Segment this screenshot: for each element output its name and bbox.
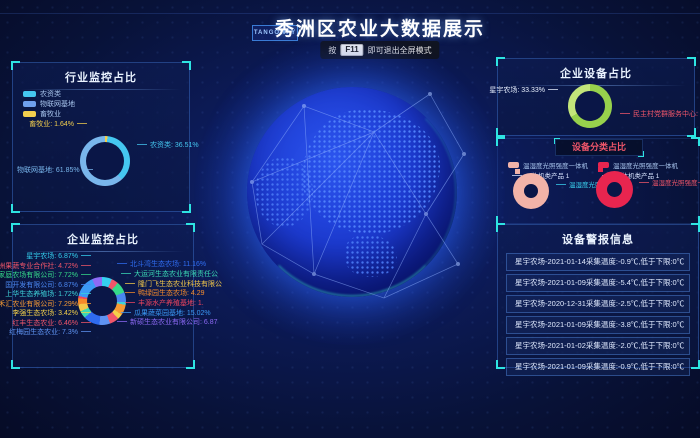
ring-notch bbox=[515, 169, 520, 174]
chart-callout: 丰源水产养殖基地: 1. bbox=[125, 300, 204, 308]
corner-accent bbox=[186, 360, 195, 369]
alarm-list: 星宇农场-2021-01-14采集温度:-0.9℃,低于下限:0℃ 星宇农场-2… bbox=[498, 253, 698, 376]
corner-accent bbox=[691, 360, 700, 369]
chart-callout: 大运河生态农业有限责任公 bbox=[121, 271, 218, 279]
legend-swatch bbox=[508, 162, 519, 168]
corner-accent bbox=[496, 360, 505, 369]
panel-equipment-ratio: 企业设备占比 星宇农场: 33.33% 民主村党群服务中心: bbox=[497, 58, 695, 136]
ring-notch bbox=[598, 167, 603, 172]
legend-item[interactable]: 畜牧业 bbox=[23, 109, 61, 119]
panel-title: 设备警报信息 bbox=[498, 231, 698, 247]
panel-title: 企业设备占比 bbox=[498, 65, 694, 81]
corner-accent bbox=[687, 57, 696, 66]
panel-device-alarms: 设备警报信息 星宇农场-2021-01-14采集温度:-0.9℃,低于下限:0℃… bbox=[497, 224, 699, 368]
section-title-text: 设备分类占比 bbox=[572, 142, 626, 152]
panel-industry-monitor-ratio: 行业监控占比 农资类 物联网基地 畜牧业 畜牧业: 1.64% 农资类: 36.… bbox=[12, 62, 190, 212]
donut-hole bbox=[607, 182, 622, 197]
panel-device-classification: 设备分类占比 温湿度光照强度一体机 一体机类产品 1 温湿度光照强度一— 温湿度… bbox=[497, 138, 699, 224]
corner-accent bbox=[496, 57, 505, 66]
alarm-row: 星宇农场-2021-01-14采集温度:-0.9℃,低于下限:0℃ bbox=[506, 253, 690, 271]
legend-label: 农资类 bbox=[40, 89, 61, 99]
title-tick bbox=[638, 151, 644, 157]
donut-hole bbox=[524, 184, 538, 198]
donut-hole bbox=[570, 86, 611, 127]
corner-accent bbox=[691, 137, 700, 146]
chart-callout: 红梅园生态农业: 7.3% bbox=[9, 329, 91, 337]
legend-item[interactable]: 物联网基地 bbox=[23, 99, 75, 109]
legend-label: 温湿度光照强度一体机 bbox=[523, 160, 588, 170]
alarm-row: 星宇农场-2021-01-09采集温度:-3.8℃,低于下限:0℃ bbox=[506, 316, 690, 334]
corner-accent bbox=[11, 204, 20, 213]
chart-callout: 新硕生态农业有限公司: 6.87 bbox=[117, 319, 218, 327]
chart-callout: 鸭绿园生态农场: 4.29 bbox=[125, 290, 205, 298]
legend-swatch bbox=[23, 101, 36, 107]
chart-callout: 红丰生态农业: 6.46% bbox=[12, 320, 91, 328]
corner-accent bbox=[186, 223, 195, 232]
legend-label: 物联网基地 bbox=[40, 99, 75, 109]
legend-label: 畜牧业 bbox=[40, 109, 61, 119]
alarm-row: 星宇农场-2021-01-09采集温度:-5.4℃,低于下限:0℃ bbox=[506, 274, 690, 292]
chart-callout: 民主村党群服务中心: bbox=[620, 111, 698, 119]
chart-callout: 物联网基地: 61.85% bbox=[17, 167, 93, 175]
panel-title: 行业监控占比 bbox=[13, 69, 189, 85]
alarm-row: 星宇农场-2021-01-02采集温度:-2.0℃,低于下限:0℃ bbox=[506, 337, 690, 355]
legend-label: 温湿度光照强度一体机 bbox=[613, 160, 678, 170]
chart-callout: 农资类: 36.51% bbox=[137, 142, 199, 150]
corner-accent bbox=[11, 61, 20, 70]
chart-callout: 畜牧业: 1.64% bbox=[29, 121, 87, 129]
section-title: 设备分类占比 bbox=[555, 139, 643, 156]
chart-callout: 国开发有限公司: 6.87% bbox=[5, 282, 91, 290]
legend-swatch bbox=[23, 91, 36, 97]
chart-callout: 瓜果蔬菜园基地: 15.02% bbox=[121, 310, 211, 318]
globe-network-mesh bbox=[222, 62, 482, 322]
industry-donut-chart[interactable] bbox=[80, 136, 130, 186]
chart-callout: 上华生态养殖场: 1.72% bbox=[5, 291, 91, 299]
corner-accent bbox=[496, 223, 505, 232]
alarm-row: 星宇农场-2021-01-09采集温度:-0.9℃,低于下限:0℃ bbox=[506, 358, 690, 376]
chart-callout: 中禾汇农业有限公司: 7.29% bbox=[0, 301, 91, 309]
classification-donut-2[interactable] bbox=[596, 171, 633, 208]
chart-callout: 星宇农场: 6.87% bbox=[26, 253, 91, 261]
chart-callout: 星宇农场: 33.33% bbox=[489, 87, 558, 95]
panel-title: 企业监控占比 bbox=[13, 231, 193, 247]
alarm-row: 星宇农场-2020-12-31采集温度:-2.5℃,低于下限:0℃ bbox=[506, 295, 690, 313]
title-underline bbox=[21, 251, 185, 252]
dashboard: TANGOWAY 秀洲区农业大数据展示 按 F11 即可退出全屏模式 行业监控占… bbox=[0, 0, 700, 438]
corner-accent bbox=[496, 128, 505, 137]
panel-enterprise-monitor-ratio: 企业监控占比 星宇农场: 6.87% 秀洲果蔬专业合作社: 4.72% 家庭农场… bbox=[12, 224, 194, 368]
corner-accent bbox=[182, 61, 191, 70]
donut-hole bbox=[87, 286, 117, 316]
title-tick bbox=[554, 138, 560, 144]
legend-item[interactable]: 温湿度光照强度一体机 bbox=[598, 160, 678, 170]
corner-accent bbox=[496, 137, 505, 146]
corner-accent bbox=[691, 223, 700, 232]
corner-accent bbox=[11, 360, 20, 369]
legend-item[interactable]: 农资类 bbox=[23, 89, 61, 99]
chart-callout: 温湿度光照强度一— bbox=[639, 177, 700, 187]
chart-callout: 隆门飞生态农业科技有限公 bbox=[125, 281, 222, 289]
legend-item[interactable]: 温湿度光照强度一体机 bbox=[508, 160, 588, 170]
chart-callout: 家庭农场有限公司: 7.72% bbox=[0, 272, 91, 280]
chart-callout: 李强生态农场: 3.42% bbox=[12, 310, 91, 318]
chart-callout: 北斗湾生态农场: 11.16% bbox=[117, 261, 206, 269]
chart-callout: 秀洲果蔬专业合作社: 4.72% bbox=[0, 263, 91, 271]
legend-swatch bbox=[23, 111, 36, 117]
corner-accent bbox=[11, 223, 20, 232]
classification-donut-1[interactable] bbox=[513, 173, 549, 209]
corner-accent bbox=[182, 204, 191, 213]
corner-accent bbox=[687, 128, 696, 137]
